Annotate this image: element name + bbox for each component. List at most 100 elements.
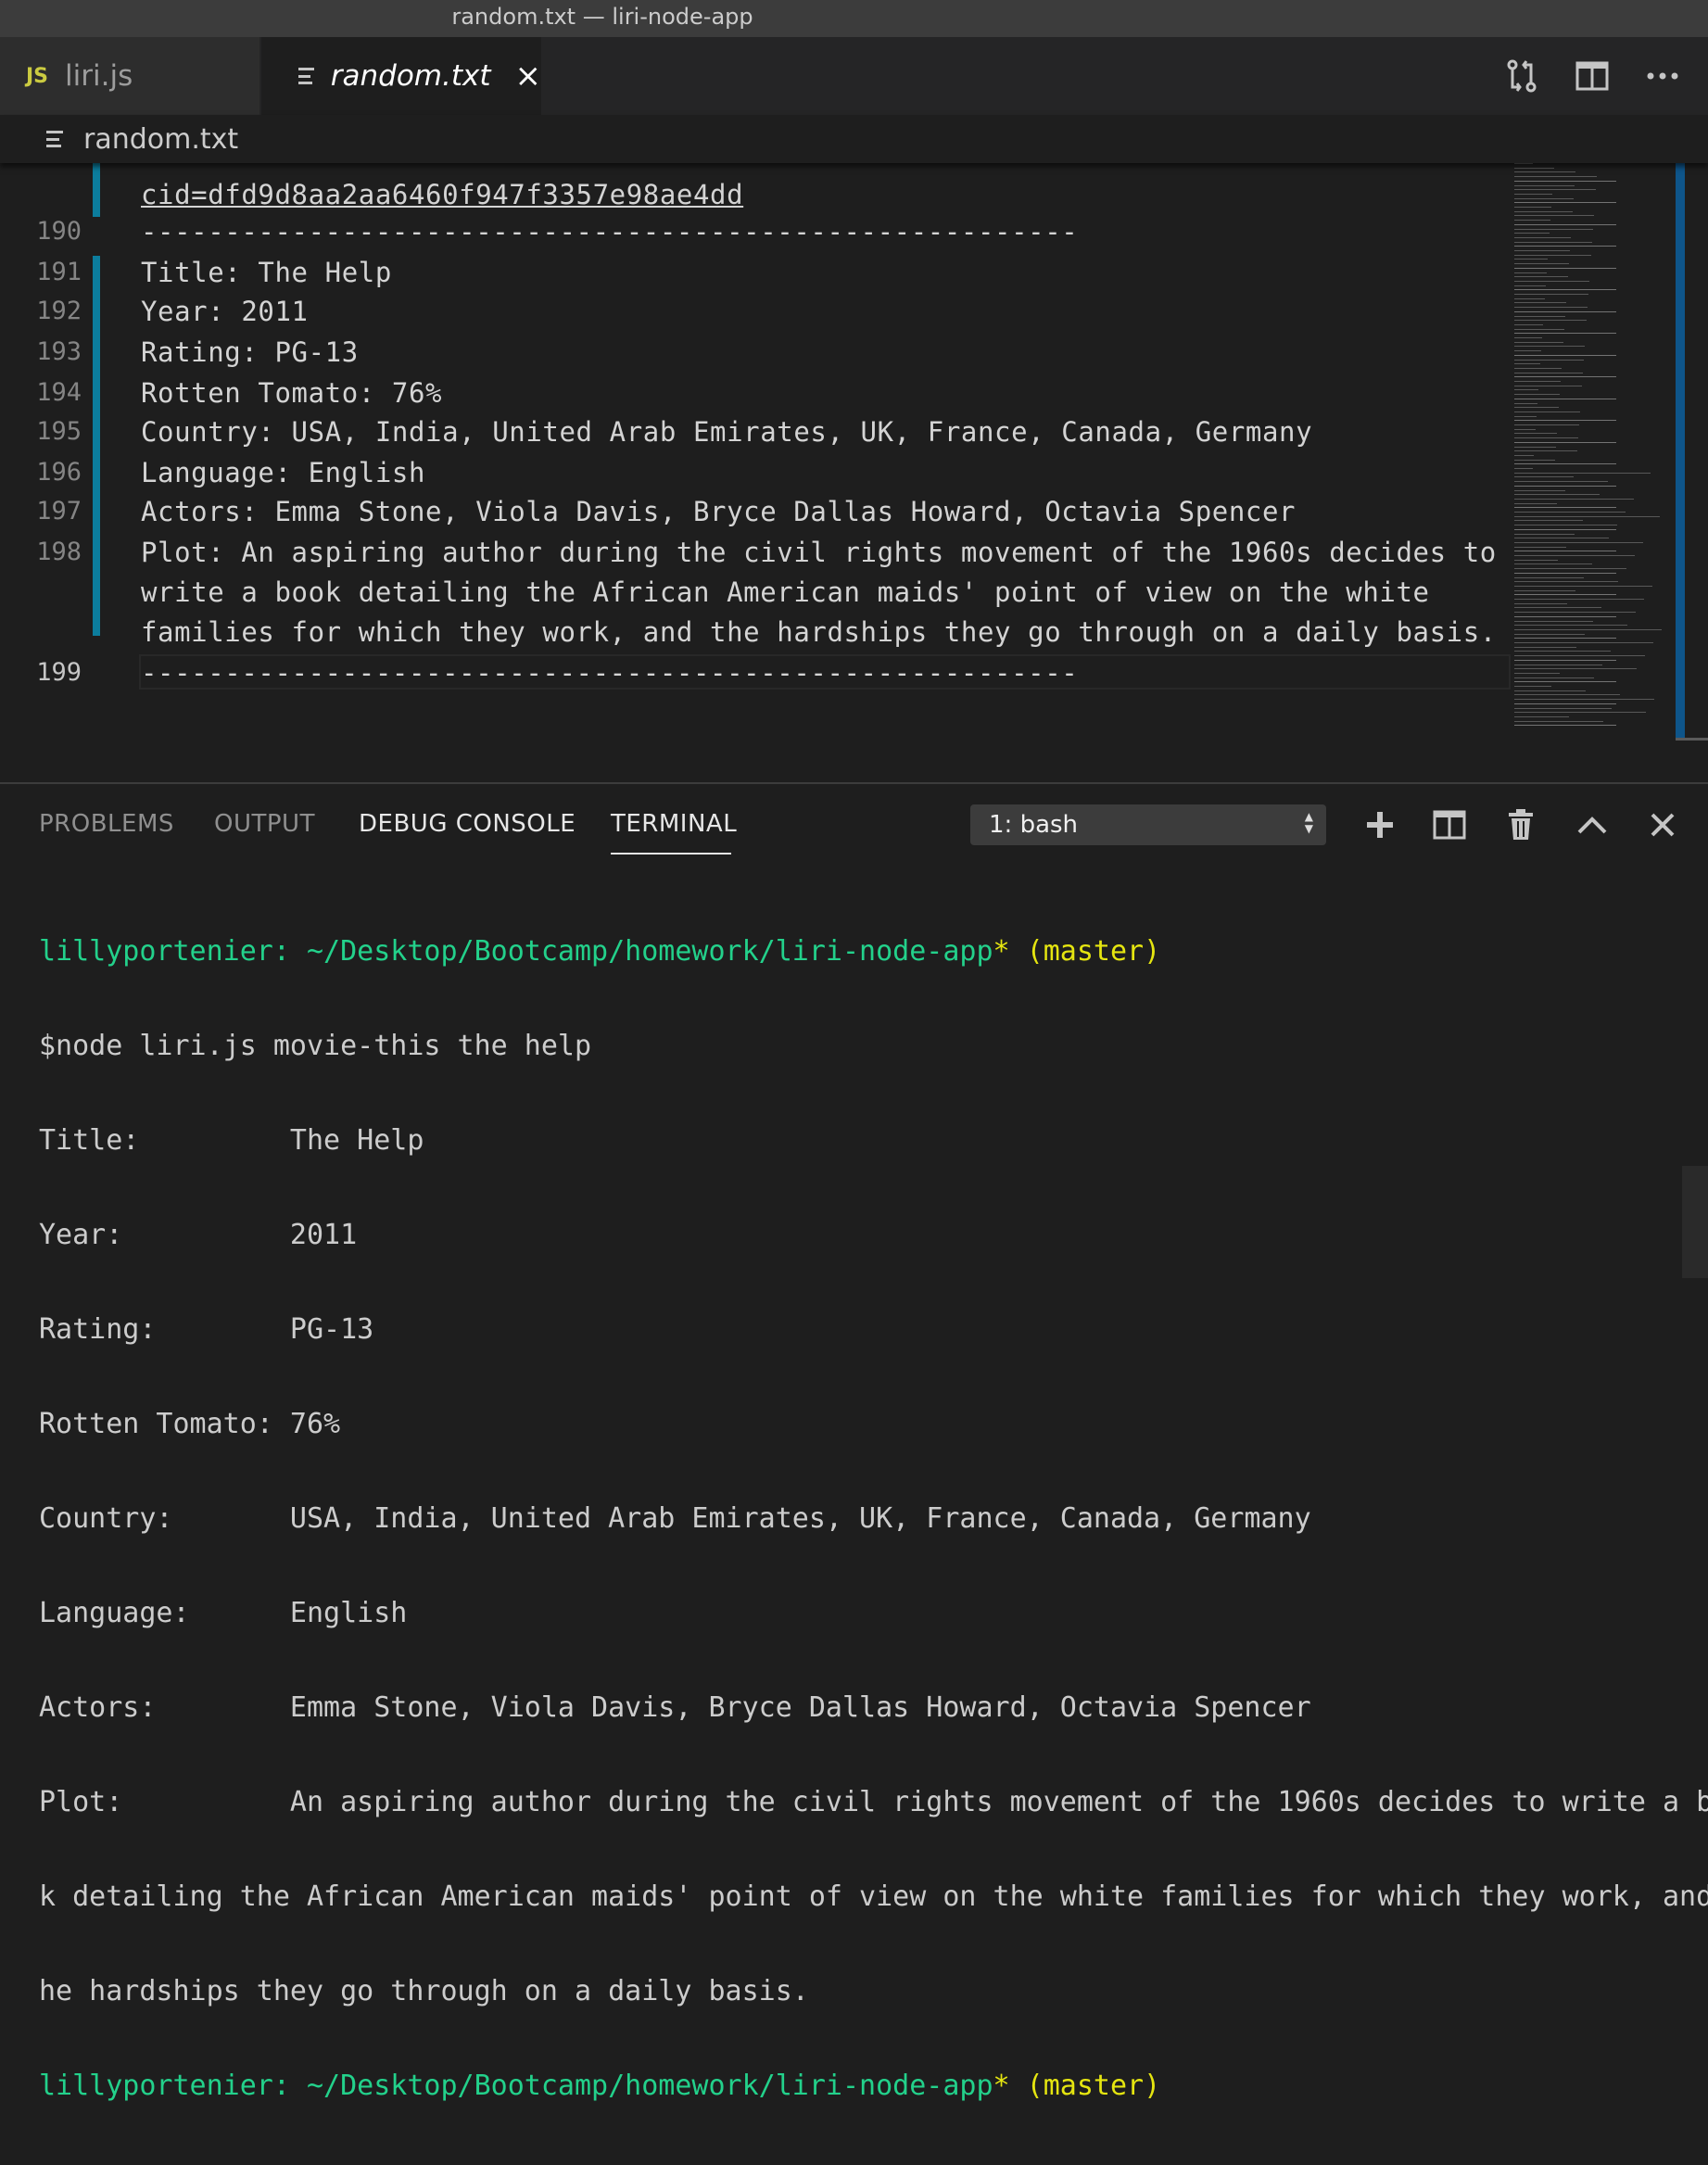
- minimap-line: [1514, 307, 1588, 309]
- terminal-output-line: Country: USA, India, United Arab Emirate…: [39, 1502, 1311, 1535]
- maximize-panel-icon[interactable]: [1574, 804, 1611, 845]
- minimap-line: [1514, 672, 1560, 674]
- minimap-line: [1514, 699, 1654, 701]
- minimap-line: [1514, 407, 1559, 409]
- code-line: Actors: Emma Stone, Viola Davis, Bryce D…: [141, 496, 1297, 527]
- minimap-line: [1514, 376, 1616, 378]
- minimap-line: [1514, 651, 1611, 652]
- minimap-line: [1514, 354, 1616, 356]
- minimap-line: [1514, 428, 1536, 430]
- minimap-line: [1514, 646, 1576, 648]
- minimap-line: [1514, 202, 1616, 204]
- minimap-line: [1514, 585, 1652, 587]
- tab-output[interactable]: OUTPUT: [214, 810, 315, 838]
- compare-changes-icon[interactable]: [1504, 58, 1539, 94]
- minimap-line: [1514, 228, 1593, 230]
- minimap-line: [1514, 642, 1653, 643]
- minimap[interactable]: [1512, 163, 1675, 756]
- terminal-output-line: Title: The Help: [39, 1124, 424, 1157]
- split-terminal-icon[interactable]: [1431, 804, 1468, 845]
- code-line-link[interactable]: cid=dfd9d8aa2aa6460f947f3357e98ae4dd: [141, 178, 743, 211]
- line-number: 193: [36, 337, 82, 366]
- minimap-line: [1514, 541, 1643, 543]
- active-tab-indicator: [611, 853, 731, 855]
- minimap-line: [1514, 520, 1583, 522]
- minimap-line: [1514, 625, 1627, 627]
- scrollbar-thumb[interactable]: [1676, 738, 1708, 741]
- minimap-line: [1514, 333, 1616, 335]
- minimap-line: [1514, 285, 1546, 286]
- minimap-line: [1514, 341, 1563, 343]
- minimap-line: [1514, 572, 1616, 574]
- minimap-line: [1514, 411, 1580, 412]
- minimap-line: [1514, 223, 1616, 225]
- new-terminal-icon[interactable]: [1361, 804, 1398, 845]
- close-panel-icon[interactable]: [1644, 804, 1681, 845]
- minimap-line: [1514, 720, 1603, 722]
- minimap-line: [1514, 589, 1575, 591]
- minimap-line: [1514, 350, 1541, 352]
- line-number: 195: [36, 417, 82, 446]
- minimap-line: [1514, 263, 1569, 265]
- terminal-output-line: Plot: An aspiring author during the civi…: [39, 1786, 1708, 1818]
- minimap-line: [1514, 176, 1597, 178]
- minimap-line: [1514, 402, 1537, 404]
- editor[interactable]: cid=dfd9d8aa2aa6460f947f3357e98ae4dd 190…: [0, 163, 1708, 782]
- minimap-line: [1514, 394, 1560, 396]
- minimap-line: [1514, 289, 1616, 291]
- minimap-line: [1514, 472, 1651, 474]
- tab-liri-js[interactable]: JS liri.js: [0, 37, 259, 115]
- breadcrumb-file[interactable]: random.txt: [83, 123, 238, 156]
- minimap-line: [1514, 463, 1616, 465]
- minimap-line: [1514, 389, 1538, 391]
- minimap-line: [1514, 507, 1616, 509]
- tab-label: liri.js: [65, 59, 133, 93]
- code-line-wrapped: families for which they work, and the ha…: [141, 616, 1497, 648]
- line-number: 192: [36, 297, 82, 325]
- tab-terminal[interactable]: TERMINAL: [611, 810, 737, 838]
- breadcrumb[interactable]: random.txt: [0, 115, 1708, 163]
- minimap-line: [1514, 638, 1616, 639]
- minimap-line: [1514, 420, 1616, 422]
- terminal-output-line: Year: 2011: [39, 1219, 358, 1251]
- minimap-line: [1514, 620, 1593, 622]
- javascript-file-icon: JS: [26, 64, 49, 88]
- minimap-line: [1514, 210, 1573, 212]
- minimap-line: [1514, 607, 1601, 609]
- minimap-line: [1514, 481, 1608, 483]
- split-editor-icon[interactable]: [1575, 58, 1610, 94]
- terminal-select[interactable]: 1: bash ▲ ▼: [970, 804, 1326, 845]
- code-line: Year: 2011: [141, 296, 309, 327]
- tab-problems[interactable]: PROBLEMS: [39, 810, 174, 838]
- text-file-icon: [46, 131, 63, 147]
- minimap-line: [1514, 581, 1618, 583]
- close-icon[interactable]: ×: [515, 57, 542, 95]
- minimap-line: [1514, 707, 1612, 709]
- more-actions-icon[interactable]: [1645, 58, 1680, 94]
- prompt-dirty: *: [993, 935, 1010, 968]
- line-number: 191: [36, 258, 82, 286]
- trash-icon[interactable]: [1502, 804, 1539, 845]
- modified-line-indicator: [93, 163, 100, 217]
- minimap-line: [1514, 437, 1578, 439]
- terminal-output-line: Language: English: [39, 1597, 408, 1629]
- minimap-line: [1514, 594, 1616, 596]
- minimap-line: [1514, 367, 1562, 369]
- minimap-line: [1514, 310, 1616, 312]
- terminal[interactable]: lillyportenier: ~/Desktop/Bootcamp/homew…: [39, 873, 1708, 2165]
- minimap-line: [1514, 468, 1533, 469]
- tab-random-txt[interactable]: random.txt ×: [261, 37, 541, 115]
- minimap-line: [1514, 250, 1570, 251]
- code-line: Rating: PG-13: [141, 336, 359, 368]
- minimap-line: [1514, 433, 1557, 435]
- line-number-active: 199: [36, 658, 82, 687]
- terminal-scrollbar-thumb[interactable]: [1682, 1166, 1708, 1278]
- minimap-line: [1514, 189, 1596, 191]
- tab-debug-console[interactable]: DEBUG CONSOLE: [359, 810, 576, 838]
- minimap-line: [1514, 180, 1616, 182]
- minimap-line: [1514, 602, 1567, 604]
- minimap-line: [1514, 690, 1586, 691]
- minimap-line: [1514, 197, 1574, 199]
- minimap-line: [1514, 533, 1575, 535]
- minimap-line: [1514, 171, 1575, 173]
